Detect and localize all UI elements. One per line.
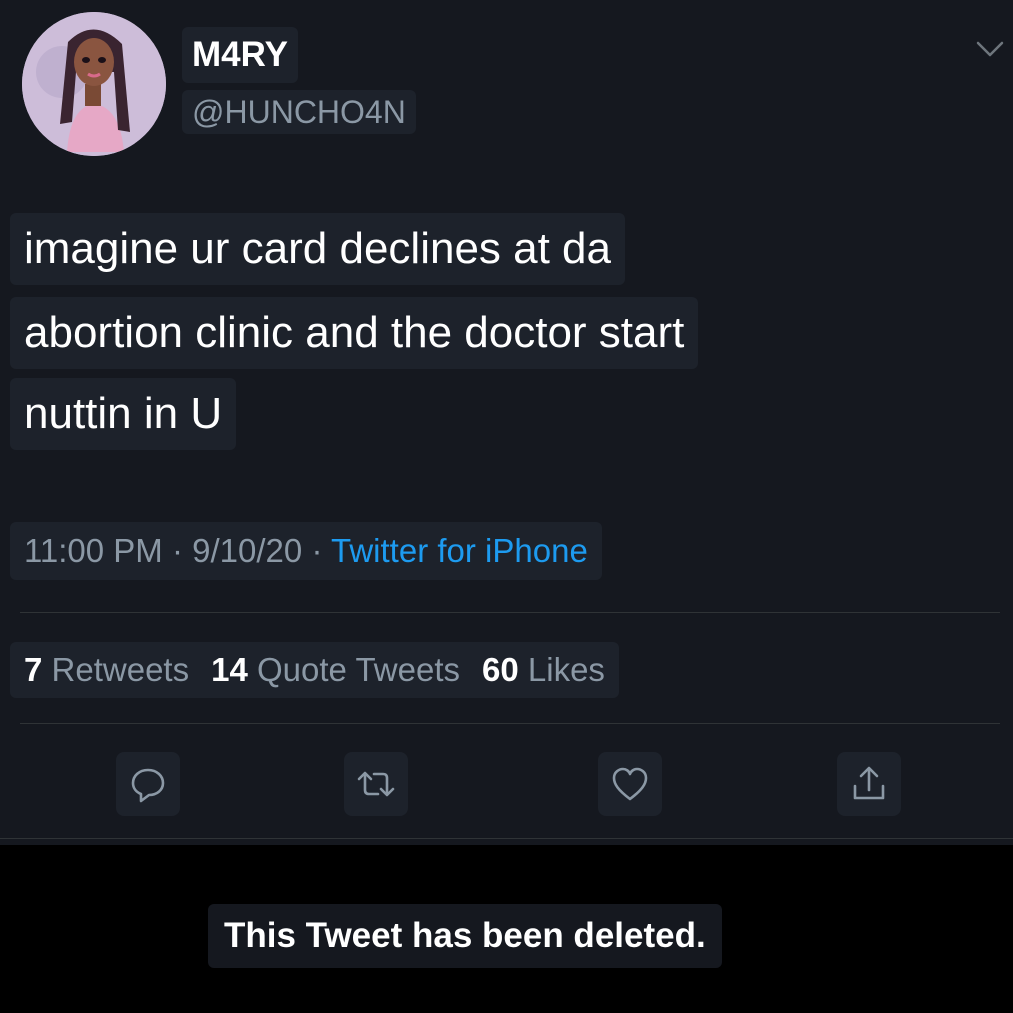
retweets-stat[interactable]: 7 Retweets: [24, 651, 189, 688]
quotes-stat[interactable]: 14 Quote Tweets: [211, 651, 460, 688]
reply-icon: [131, 768, 165, 803]
reply-button[interactable]: [116, 752, 180, 816]
tweet-text-line: abortion clinic and the doctor start: [10, 297, 699, 369]
user-handle[interactable]: @HUNCHO4N: [182, 90, 416, 134]
tweet-card: M4RY @HUNCHO4N imagine ur card declines …: [0, 0, 1013, 845]
tweet-stats: 7 Retweets 14 Quote Tweets 60 Likes: [10, 642, 619, 698]
display-name[interactable]: M4RY: [182, 27, 298, 83]
divider: [20, 612, 1000, 613]
retweets-label: Retweets: [51, 651, 190, 688]
divider: [0, 838, 1013, 839]
retweets-count: 7: [24, 651, 43, 688]
deleted-notice: This Tweet has been deleted.: [208, 904, 722, 968]
tweet-time: 11:00 PM: [24, 532, 163, 569]
share-icon: [853, 766, 885, 800]
share-button[interactable]: [837, 752, 901, 816]
retweet-button[interactable]: [344, 752, 408, 816]
likes-count: 60: [482, 651, 519, 688]
tweet-source-link[interactable]: Twitter for iPhone: [331, 532, 588, 569]
quotes-label: Quote Tweets: [256, 651, 460, 688]
meta-separator: ·: [311, 532, 323, 569]
heart-icon: [612, 767, 648, 801]
like-button[interactable]: [598, 752, 662, 816]
likes-stat[interactable]: 60 Likes: [482, 651, 605, 688]
likes-label: Likes: [527, 651, 605, 688]
tweet-text-line: nuttin in U: [10, 378, 237, 450]
tweet-date: 9/10/20: [192, 532, 303, 569]
meta-separator: ·: [171, 532, 183, 569]
avatar[interactable]: [22, 12, 166, 156]
chevron-down-icon[interactable]: [970, 35, 1010, 63]
tweet-text-line: imagine ur card declines at da: [10, 213, 625, 285]
tweet-meta: 11:00 PM · 9/10/20 · Twitter for iPhone: [10, 522, 602, 580]
quotes-count: 14: [211, 651, 248, 688]
divider: [20, 723, 1000, 724]
retweet-icon: [357, 771, 395, 797]
